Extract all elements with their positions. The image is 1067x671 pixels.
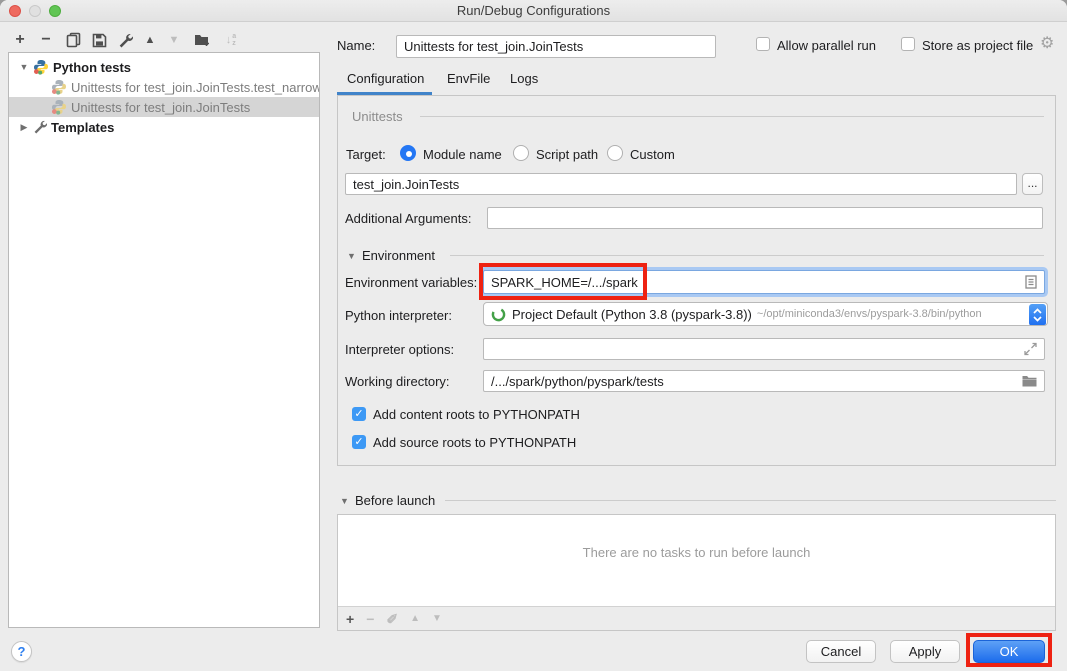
tree-node-label: Templates — [51, 120, 114, 135]
store-as-project-file-checkbox[interactable] — [901, 37, 915, 51]
python-interpreter-label: Python interpreter: — [345, 308, 452, 323]
environment-group-label: Environment — [362, 248, 435, 263]
tab-envfile[interactable]: EnvFile — [447, 71, 490, 86]
help-button[interactable]: ? — [11, 641, 32, 662]
unittests-group-separator — [420, 116, 1044, 117]
target-label: Target: — [346, 147, 386, 162]
additional-arguments-input[interactable] — [487, 207, 1043, 229]
tab-configuration[interactable]: Configuration — [347, 71, 424, 86]
working-directory-label: Working directory: — [345, 374, 450, 389]
edit-task-pencil-icon: ✐ — [386, 612, 398, 626]
minus-icon: − — [41, 31, 50, 49]
move-up-icon: ▲ — [145, 31, 156, 49]
env-vars-browse-icon[interactable] — [1025, 275, 1037, 289]
store-as-project-file-label: Store as project file — [922, 38, 1033, 53]
run-debug-configurations-window: Run/Debug Configurations + − ▲ ▼ ↓ az — [0, 0, 1067, 671]
browse-module-button[interactable]: ... — [1022, 173, 1043, 195]
folder-plus-icon — [194, 33, 211, 47]
add-source-roots-label: Add source roots to PYTHONPATH — [373, 435, 576, 450]
before-launch-label: Before launch — [355, 493, 435, 508]
name-input[interactable]: Unittests for test_join.JoinTests — [396, 35, 716, 58]
tree-node-templates[interactable]: ▶ Templates — [9, 117, 319, 137]
store-options-gear-icon[interactable]: ⚙ — [1040, 33, 1054, 53]
move-down-button: ▼ — [166, 31, 182, 49]
environment-collapse-icon[interactable]: ▼ — [347, 251, 356, 261]
tree-node-unittests-jointests[interactable]: ▼ Unittests for test_join.JoinTests — [9, 97, 319, 117]
working-directory-input[interactable]: /.../spark/python/pyspark/tests — [483, 370, 1045, 392]
add-source-roots-checkbox[interactable]: ✓ — [352, 435, 366, 449]
interpreter-options-input[interactable] — [483, 338, 1045, 360]
radio-custom[interactable] — [607, 145, 623, 161]
window-title: Run/Debug Configurations — [0, 0, 1067, 21]
folder-browse-icon[interactable] — [1022, 375, 1037, 387]
name-label: Name: — [337, 38, 375, 53]
radio-module-name-label: Module name — [423, 147, 502, 162]
tree-node-label: Python tests — [53, 60, 131, 75]
interpreter-options-label: Interpreter options: — [345, 342, 454, 357]
ok-button[interactable]: OK — [973, 640, 1045, 663]
tree-node-python-tests[interactable]: ▼ Python tests — [9, 57, 319, 77]
move-down-icon: ▼ — [169, 31, 180, 49]
allow-parallel-run-checkbox[interactable] — [756, 37, 770, 51]
copy-configuration-button[interactable] — [64, 31, 82, 49]
templates-wrench-icon — [33, 120, 47, 134]
tree-node-label: Unittests for test_join.JoinTests.test_n… — [71, 80, 319, 95]
expanded-twistie-icon[interactable]: ▼ — [19, 62, 29, 72]
zoom-button[interactable] — [49, 5, 61, 17]
python-tests-icon — [33, 59, 49, 75]
python-test-config-icon — [51, 99, 67, 115]
remove-configuration-button[interactable]: − — [38, 31, 54, 49]
tab-logs[interactable]: Logs — [510, 71, 538, 86]
python-test-config-icon — [51, 79, 67, 95]
radio-module-name[interactable] — [400, 145, 416, 161]
python-interpreter-dropdown[interactable]: Project Default (Python 3.8 (pyspark-3.8… — [483, 302, 1048, 326]
configurations-tree: ▼ Python tests ▼ Unittests for test_join… — [8, 52, 320, 628]
minimize-button — [29, 5, 41, 17]
plus-icon: + — [15, 31, 24, 49]
interpreter-path: ~/opt/miniconda3/envs/pyspark-3.8/bin/py… — [757, 308, 982, 320]
before-launch-panel: There are no tasks to run before launch … — [337, 514, 1056, 631]
before-launch-toolbar: + − ✐ ▲ ▼ — [338, 606, 1055, 630]
titlebar: Run/Debug Configurations — [0, 0, 1067, 22]
close-button[interactable] — [9, 5, 21, 17]
sort-alphabetically-icon: ↓ az — [226, 31, 236, 49]
add-content-roots-label: Add content roots to PYTHONPATH — [373, 407, 580, 422]
move-task-down-icon: ▼ — [432, 612, 442, 626]
edit-templates-button[interactable] — [116, 31, 134, 49]
additional-arguments-label: Additional Arguments: — [345, 211, 471, 226]
radio-script-path-label: Script path — [536, 147, 598, 162]
before-launch-empty-text: There are no tasks to run before launch — [338, 545, 1055, 560]
apply-button[interactable]: Apply — [890, 640, 960, 663]
unittests-group-label: Unittests — [352, 109, 403, 124]
save-icon — [92, 33, 107, 48]
move-task-up-icon: ▲ — [410, 612, 420, 626]
add-task-button[interactable]: + — [346, 612, 354, 626]
sort-configurations-button: ↓ az — [220, 31, 242, 49]
environment-variables-input[interactable]: SPARK_HOME=/.../spark — [483, 270, 1045, 294]
before-launch-collapse-icon[interactable]: ▼ — [340, 496, 349, 506]
tree-node-label: Unittests for test_join.JoinTests — [71, 100, 250, 115]
radio-custom-label: Custom — [630, 147, 675, 162]
add-configuration-button[interactable]: + — [12, 31, 28, 49]
copy-icon — [66, 32, 81, 48]
wrench-icon — [118, 33, 133, 48]
radio-script-path[interactable] — [513, 145, 529, 161]
remove-task-button: − — [366, 612, 374, 626]
environment-group-separator — [450, 255, 1044, 256]
tree-node-unittests-test-narrow[interactable]: ▼ Unittests for test_join.JoinTests.test… — [9, 77, 319, 97]
create-folder-button[interactable] — [192, 31, 212, 49]
environment-variables-label: Environment variables: — [345, 275, 477, 290]
move-up-button[interactable]: ▲ — [142, 31, 158, 49]
collapsed-twistie-icon[interactable]: ▶ — [19, 122, 29, 133]
expand-field-icon[interactable] — [1024, 343, 1037, 356]
conda-environment-icon — [491, 307, 506, 322]
dropdown-stepper-icon[interactable] — [1029, 304, 1046, 326]
save-configuration-button[interactable] — [90, 31, 108, 49]
before-launch-separator — [445, 500, 1056, 501]
allow-parallel-run-label: Allow parallel run — [777, 38, 876, 53]
add-content-roots-checkbox[interactable]: ✓ — [352, 407, 366, 421]
module-name-input[interactable]: test_join.JoinTests — [345, 173, 1017, 195]
cancel-button[interactable]: Cancel — [806, 640, 876, 663]
